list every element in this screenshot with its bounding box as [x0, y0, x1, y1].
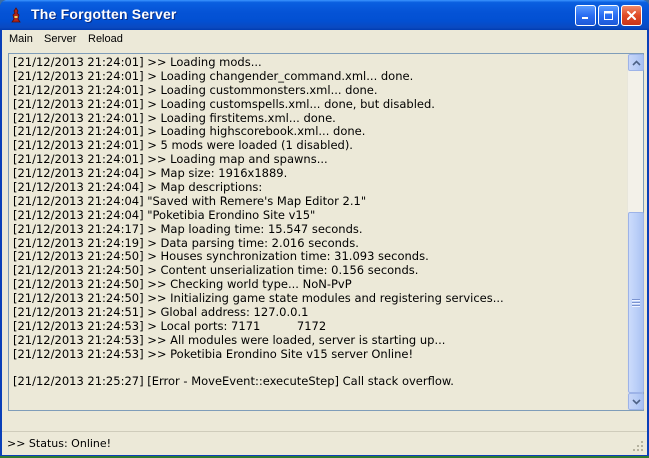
- log-line: [21/12/2013 21:24:01] > Loading firstite…: [13, 110, 336, 125]
- log-textarea[interactable]: [21/12/2013 21:24:01] >> Loading mods...…: [9, 54, 627, 410]
- vertical-scrollbar[interactable]: [627, 54, 644, 410]
- log-line: [21/12/2013 21:24:04] > Map descriptions…: [13, 180, 263, 195]
- log-line: [21/12/2013 21:24:51] > Global address: …: [13, 305, 309, 320]
- menu-item-reload[interactable]: Reload: [88, 33, 123, 45]
- menu-bar: Main Server Reload: [2, 30, 647, 50]
- log-line: [21/12/2013 21:24:50] > Houses synchroni…: [13, 249, 429, 264]
- log-line: [21/12/2013 21:24:04] "Saved with Remere…: [13, 193, 367, 208]
- log-line: [21/12/2013 21:24:01] > 5 mods were load…: [13, 138, 353, 153]
- log-line: [21/12/2013 21:24:53] >> Poketibia Erond…: [13, 346, 414, 361]
- maximize-icon: [604, 11, 613, 20]
- menu-item-main[interactable]: Main: [9, 33, 33, 45]
- minimize-button[interactable]: [575, 5, 596, 26]
- status-text: >> Status: Online!: [7, 437, 112, 450]
- log-line: [21/12/2013 21:24:04] > Map size: 1916x1…: [13, 166, 288, 181]
- log-line: [21/12/2013 21:24:50] >> Checking world …: [13, 277, 352, 292]
- chevron-up-icon: [631, 59, 641, 66]
- log-line: [21/12/2013 21:24:04] "Poketibia Erondin…: [13, 207, 316, 222]
- maximize-button[interactable]: [598, 5, 619, 26]
- log-line: [21/12/2013 21:24:17] > Map loading time…: [13, 221, 363, 236]
- resize-grip-icon[interactable]: [632, 440, 644, 452]
- minimize-icon: [582, 17, 588, 19]
- scroll-down-button[interactable]: [628, 393, 644, 410]
- log-line: [21/12/2013 21:24:01] >> Loading map and…: [13, 152, 328, 167]
- log-line: [21/12/2013 21:24:01] > Loading highscor…: [13, 124, 366, 139]
- chevron-down-icon: [631, 398, 641, 405]
- menu-item-server[interactable]: Server: [44, 33, 76, 45]
- log-line: [21/12/2013 21:24:53] >> All modules wer…: [13, 332, 446, 347]
- close-icon: [627, 11, 636, 20]
- log-line: [21/12/2013 21:25:27] [Error - MoveEvent…: [13, 374, 454, 389]
- server-window: The Forgotten Server Main Server Reload …: [0, 0, 649, 456]
- log-line: [21/12/2013 21:24:01] > Loading changend…: [13, 68, 414, 83]
- log-line: [21/12/2013 21:24:50] > Content unserial…: [13, 263, 419, 278]
- window-title: The Forgotten Server: [31, 6, 177, 22]
- scroll-thumb[interactable]: [628, 212, 644, 393]
- title-bar[interactable]: The Forgotten Server: [0, 0, 649, 30]
- log-line: [21/12/2013 21:24:01] > Loading custommo…: [13, 82, 378, 97]
- log-line: [21/12/2013 21:24:53] > Local ports: 717…: [13, 318, 327, 333]
- app-icon: [11, 7, 21, 23]
- log-line: [21/12/2013 21:24:50] >> Initializing ga…: [13, 291, 504, 306]
- log-line: [21/12/2013 21:24:19] > Data parsing tim…: [13, 235, 359, 250]
- log-line: [21/12/2013 21:24:01] >> Loading mods...: [13, 55, 262, 69]
- close-button[interactable]: [621, 5, 642, 26]
- grip-icon: [632, 298, 640, 307]
- scroll-up-button[interactable]: [628, 54, 644, 71]
- log-line: [21/12/2013 21:24:01] > Loading customsp…: [13, 96, 435, 111]
- log-panel: [21/12/2013 21:24:01] >> Loading mods...…: [8, 53, 644, 411]
- status-bar: >> Status: Online!: [2, 431, 647, 455]
